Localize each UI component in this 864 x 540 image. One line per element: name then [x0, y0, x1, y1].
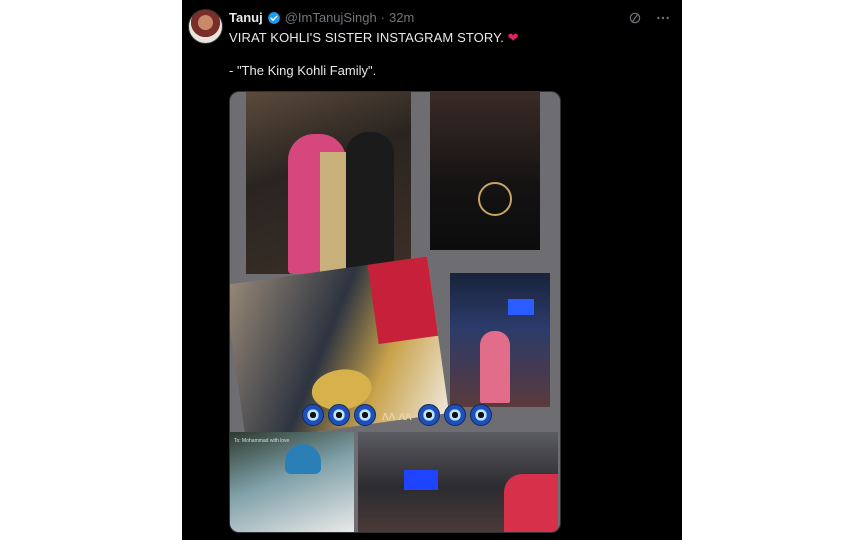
tweet-actions	[626, 9, 672, 27]
evil-eye-icon	[417, 404, 440, 426]
tweet-header: Tanuj @ImTanujSingh · 32m	[229, 10, 414, 25]
tweet-text-line1: VIRAT KOHLI'S SISTER INSTAGRAM STORY. ❤	[229, 30, 519, 46]
evil-eye-icon	[354, 404, 376, 426]
rcb-logo-icon	[478, 182, 512, 216]
figure-black	[346, 132, 394, 272]
evil-eye-row: ʌʌ ʌʌ	[302, 404, 492, 426]
evil-eye-icon	[443, 404, 466, 426]
photo-party-room	[450, 273, 550, 407]
photo-family-group	[246, 92, 411, 274]
tweet-text-line2: - "The King Kohli Family".	[229, 63, 377, 78]
separator: ·	[380, 10, 386, 25]
photo-caption: To: Mohammad with love	[234, 438, 290, 444]
screen-light	[508, 299, 534, 315]
evil-eye-icon	[302, 404, 324, 426]
photo-vintage-father-son: To: Mohammad with love	[230, 432, 354, 532]
heart-emoji-icon: ❤	[507, 30, 519, 45]
more-options-icon[interactable]	[654, 9, 672, 27]
author-name[interactable]: Tanuj	[229, 10, 263, 25]
figure-red-top	[504, 474, 558, 532]
helmet-icon	[285, 444, 321, 474]
tweet-text: VIRAT KOHLI'S SISTER INSTAGRAM STORY.	[229, 30, 504, 45]
tweet-media-image[interactable]: ʌʌ ʌʌ To: Mohammad with love	[229, 91, 561, 533]
photo-couple-selfie	[430, 92, 540, 250]
evil-eye-icon	[328, 404, 350, 426]
avatar[interactable]	[188, 9, 223, 44]
figure-shawl	[320, 152, 346, 272]
author-handle[interactable]: @ImTanujSingh	[285, 10, 377, 25]
timestamp[interactable]: 32m	[389, 10, 414, 25]
heart-hands-icon: ʌʌ ʌʌ	[382, 407, 412, 423]
red-jersey	[366, 256, 449, 345]
evil-eye-icon	[469, 404, 492, 426]
photo-group-gathering	[358, 432, 558, 532]
figure-pink-dress	[480, 331, 510, 403]
grok-icon[interactable]	[626, 9, 644, 27]
tv-screen	[404, 470, 438, 490]
tweet: Tanuj @ImTanujSingh · 32m VIRAT KOHLI'S …	[182, 0, 682, 540]
verified-badge-icon	[267, 11, 280, 24]
